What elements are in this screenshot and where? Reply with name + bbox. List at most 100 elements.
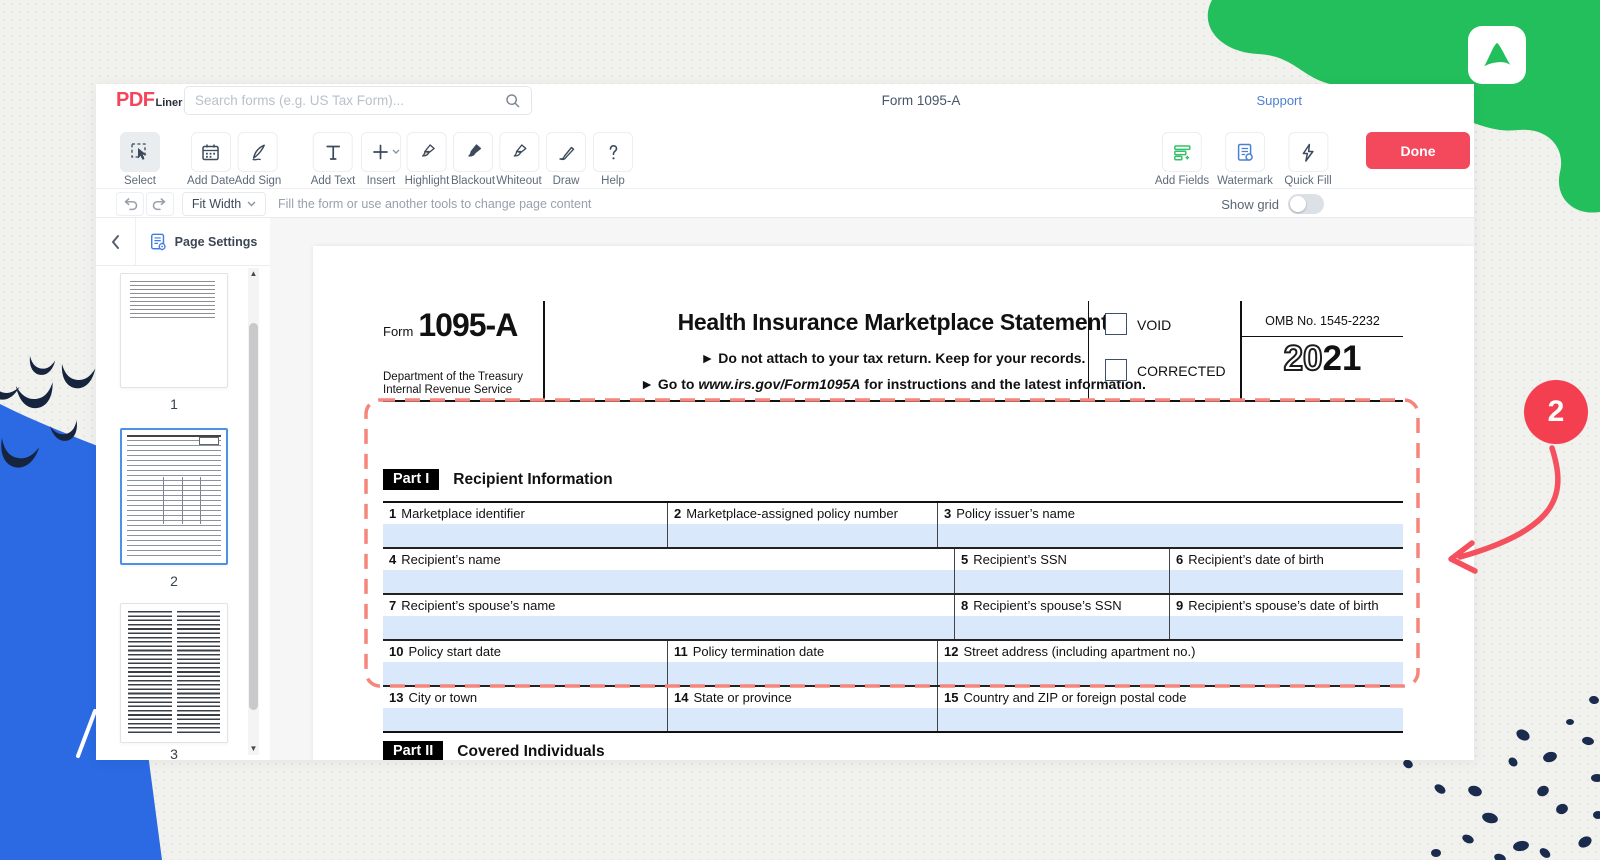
undo-button[interactable]	[116, 192, 144, 216]
app-header: PDF Liner Form 1095-A Support	[96, 84, 1474, 118]
pdfliner-logo[interactable]: PDF Liner	[116, 89, 182, 112]
field-input-1[interactable]	[383, 524, 667, 547]
page-thumbnail-1[interactable]	[120, 273, 228, 388]
tool-label: Whiteout	[496, 175, 541, 187]
table-row: 13City or town 14State or province 15Cou…	[383, 687, 1403, 731]
table-row: 4Recipient’s name 5Recipient’s SSN 6Reci…	[383, 549, 1403, 595]
collapse-sidebar-button[interactable]	[96, 218, 136, 265]
field-label: Recipient’s spouse’s name	[401, 598, 555, 613]
logo-pdf-text: PDF	[116, 89, 155, 112]
navy-brush-marks	[0, 356, 95, 472]
search-input[interactable]	[185, 93, 504, 108]
redo-button[interactable]	[146, 192, 174, 216]
thumbnail-text-lines	[130, 281, 215, 321]
field-input-14[interactable]	[668, 708, 937, 731]
lightning-icon	[1298, 142, 1319, 163]
question-mark-icon	[603, 142, 624, 163]
table-row: 7Recipient’s spouse’s name 8Recipient’s …	[383, 595, 1403, 641]
field-label: Recipient’s name	[401, 552, 500, 567]
tool-add-text[interactable]: Add Text	[311, 132, 356, 187]
highlight-brush-icon	[417, 142, 438, 163]
field-label: Policy issuer’s name	[956, 506, 1075, 521]
scroll-down-arrow[interactable]: ▼	[248, 743, 259, 755]
field-label: Recipient’s SSN	[973, 552, 1067, 567]
tool-label: Quick Fill	[1284, 175, 1331, 187]
tool-select[interactable]: Select	[120, 132, 160, 187]
tool-quick-fill[interactable]: Quick Fill	[1284, 132, 1331, 187]
field-input-4[interactable]	[383, 570, 954, 593]
chevron-down-icon	[392, 142, 400, 160]
scroll-up-arrow[interactable]: ▲	[248, 268, 259, 280]
toolbar: Select Add Date Add Sign Add Text Insert	[96, 118, 1474, 188]
table-row: 1Marketplace identifier 2Marketplace-ass…	[383, 503, 1403, 549]
void-checkbox[interactable]	[1105, 313, 1127, 335]
year-outline: 20	[1284, 339, 1323, 378]
field-input-13[interactable]	[383, 708, 667, 731]
tool-draw[interactable]: Draw	[546, 132, 586, 187]
step-number: 2	[1548, 395, 1565, 429]
field-input-15[interactable]	[938, 708, 1403, 731]
calendar-icon	[200, 142, 221, 163]
scrollbar-thumb[interactable]	[249, 323, 258, 710]
signature-pen-icon	[248, 142, 269, 163]
field-input-11[interactable]	[668, 662, 937, 685]
field-input-6[interactable]	[1170, 570, 1403, 593]
field-label: Marketplace-assigned policy number	[686, 506, 898, 521]
corrected-checkbox[interactable]	[1105, 359, 1127, 381]
field-number: 13	[389, 690, 403, 705]
tool-label: Highlight	[405, 175, 450, 187]
zoom-mode-dropdown[interactable]: Fit Width	[182, 192, 266, 216]
tool-add-fields[interactable]: Add Fields	[1155, 132, 1209, 187]
field-input-10[interactable]	[383, 662, 667, 685]
field-number: 14	[674, 690, 688, 705]
tool-blackout[interactable]: Blackout	[451, 132, 495, 187]
part1-title: Recipient Information	[453, 471, 612, 489]
done-button[interactable]: Done	[1366, 132, 1470, 169]
tool-add-date[interactable]: Add Date	[187, 132, 235, 187]
show-grid-toggle[interactable]	[1288, 194, 1324, 214]
irs-form-1095a: Form 1095-A Department of the Treasury I…	[383, 301, 1403, 402]
tool-whiteout[interactable]: Whiteout	[496, 132, 541, 187]
tool-add-sign[interactable]: Add Sign	[235, 132, 282, 187]
white-slash	[78, 711, 95, 756]
pages-sidebar: Page Settings 1	[96, 218, 270, 760]
tool-insert[interactable]: Insert	[361, 132, 401, 187]
tool-label: Add Text	[311, 175, 356, 187]
tool-help[interactable]: Help	[593, 132, 633, 187]
tool-watermark[interactable]: Watermark	[1217, 132, 1273, 187]
field-label: Policy start date	[408, 644, 501, 659]
corrected-label: CORRECTED	[1137, 363, 1226, 379]
field-input-2[interactable]	[668, 524, 937, 547]
field-label: Policy termination date	[693, 644, 825, 659]
part2-title: Covered Individuals	[457, 743, 604, 761]
thumbnail-text-columns	[128, 611, 220, 735]
search-bar	[184, 86, 532, 115]
field-input-12[interactable]	[938, 662, 1403, 685]
page-thumbnail-2[interactable]	[120, 428, 228, 565]
show-grid-label: Show grid	[1221, 197, 1279, 212]
field-input-5[interactable]	[955, 570, 1169, 593]
field-input-7[interactable]	[383, 616, 954, 639]
part2-badge: Part II	[383, 741, 443, 760]
field-input-9[interactable]	[1170, 616, 1403, 639]
page-settings-button[interactable]: Page Settings	[136, 232, 270, 252]
acrobat-style-icon	[1477, 35, 1517, 75]
select-cursor-icon	[129, 141, 151, 163]
support-link[interactable]: Support	[1256, 93, 1302, 108]
field-number: 4	[389, 552, 396, 567]
screen: PDF Liner Form 1095-A Support Select Add…	[0, 0, 1600, 860]
field-input-3[interactable]	[938, 524, 1403, 547]
search-icon[interactable]	[504, 92, 521, 109]
watermark-icon	[1235, 142, 1256, 163]
field-input-8[interactable]	[955, 616, 1169, 639]
tool-highlight[interactable]: Highlight	[405, 132, 450, 187]
page-thumbnail-3[interactable]	[120, 603, 228, 743]
tool-label: Add Fields	[1155, 175, 1209, 187]
thumbnail-form-preview	[127, 435, 221, 558]
sub-toolbar: Fit Width Fill the form or use another t…	[96, 188, 1474, 218]
field-label: Recipient’s spouse’s SSN	[973, 598, 1121, 613]
page-settings-label: Page Settings	[175, 235, 258, 249]
thumbnail-scrollbar[interactable]: ▲ ▼	[248, 268, 259, 755]
field-number: 1	[389, 506, 396, 521]
table-row: 10Policy start date 11Policy termination…	[383, 641, 1403, 687]
